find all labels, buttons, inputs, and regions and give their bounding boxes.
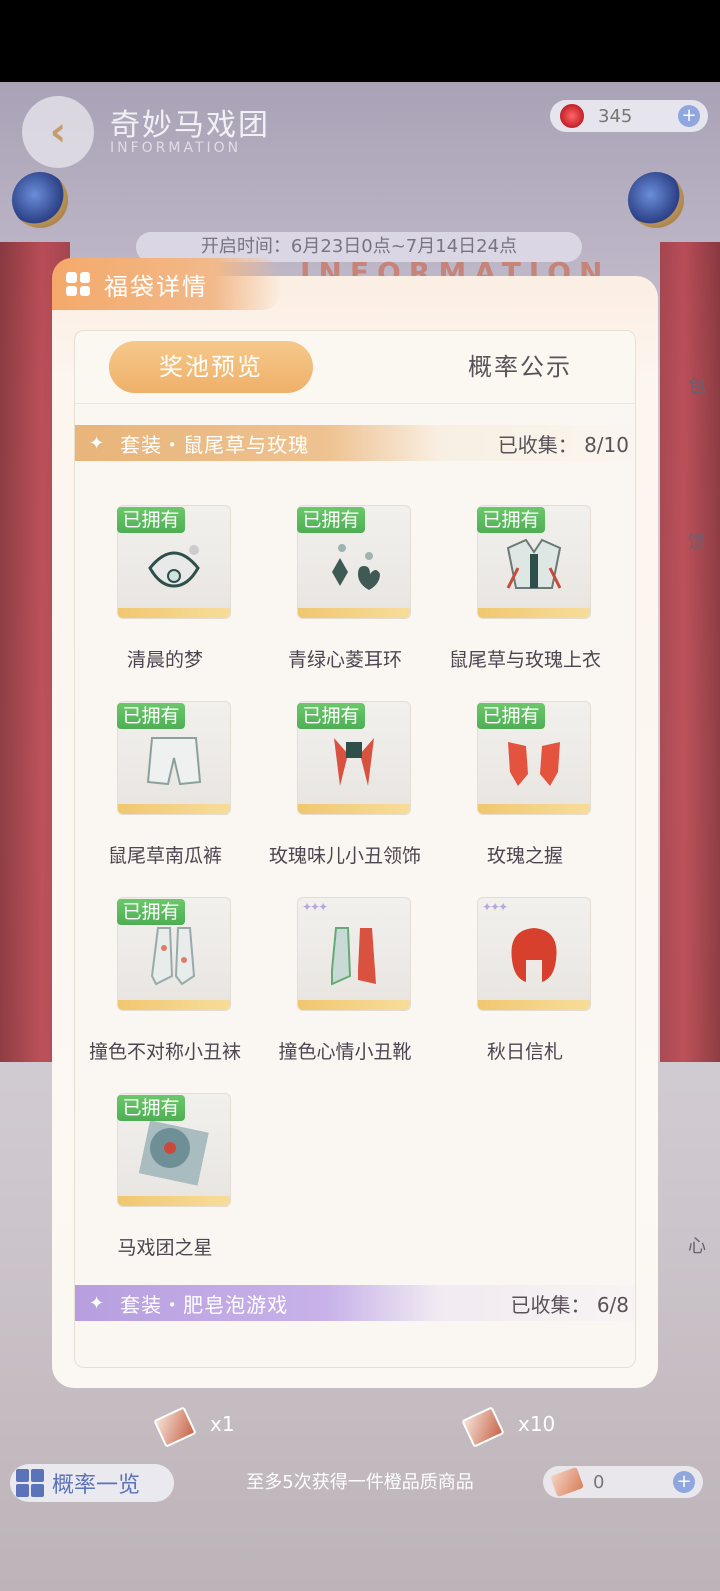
set-header-bubble-game[interactable]: ✦ 套装・肥皂泡游戏 已收集： 6/8 [75,1285,635,1321]
currency-value: 345 [598,105,633,127]
collar-icon [334,738,374,786]
set-collected: 已收集： 8/10 [497,432,629,457]
item-card[interactable]: ✦✦✦ 已拥有 鼠尾草与玫瑰上衣 [435,505,615,695]
page-subtitle: INFORMATION [110,140,242,156]
item-name: 青绿心菱耳环 [287,649,402,671]
tab-bar: 奖池预览 概率公示 [75,331,635,404]
guarantee-notice: 至多5次获得一件橙品质商品 [246,1472,474,1493]
owned-badge: 已拥有 [117,899,185,925]
item-name: 玫瑰之握 [486,845,563,867]
rarity-stars: ✦✦✦ [482,900,508,914]
owned-badge: 已拥有 [477,703,545,729]
item-card[interactable]: ✦✦✦ 已拥有 清晨的梦 [75,505,255,695]
set-header-sage-rose[interactable]: ✦ 套装・鼠尾草与玫瑰 已收集： 8/10 [75,425,635,461]
tab-pool-preview[interactable]: 奖池预览 [109,341,313,393]
draw-ten-count[interactable]: x10 [518,1412,555,1436]
item-card[interactable]: ✦✦✦ 已拥有 玫瑰之握 [435,701,615,891]
hair-icon [511,928,557,982]
side-label-center[interactable]: 心 [688,1232,706,1258]
item-name: 清晨的梦 [126,649,203,671]
owned-badge: 已拥有 [297,507,365,533]
back-arrow-icon: ‹ [49,109,67,155]
curtain-right [660,242,720,1062]
set-name: 套装・肥皂泡游戏 [120,1292,289,1317]
add-ticket-button[interactable]: + [673,1471,695,1493]
set-collected: 已收集： 6/8 [510,1292,629,1317]
item-card[interactable]: ✦✦✦ 已拥有 撞色不对称小丑袜 [75,897,255,1087]
side-label-bag[interactable]: 包 [688,372,706,398]
item-name: 撞色心情小丑靴 [278,1041,412,1063]
owned-badge: 已拥有 [117,507,185,533]
page-title: 奇妙马戏团 [110,108,270,143]
item-name: 鼠尾草与玫瑰上衣 [448,649,601,671]
dialog-header: 福袋详情 [52,258,282,310]
grid-icon [66,272,90,296]
back-button[interactable]: ‹ [22,96,94,168]
ticket-count: 0 [593,1471,605,1493]
item-name: 秋日信札 [486,1041,563,1063]
status-bar [0,0,720,82]
currency-display: 345 + [550,100,708,132]
set-name: 套装・鼠尾草与玫瑰 [120,432,310,457]
grid-icon [16,1469,44,1497]
add-currency-button[interactable]: + [678,105,700,127]
item-name: 马戏团之星 [117,1237,213,1259]
socks-icon [150,927,196,986]
item-card[interactable]: ✦✦✦ 已拥有 鼠尾草南瓜裤 [75,701,255,891]
headband-icon [148,545,200,588]
item-name: 鼠尾草南瓜裤 [107,845,222,867]
item-name: 撞色不对称小丑袜 [88,1041,241,1063]
probability-overview-button[interactable]: 概率一览 [10,1464,174,1502]
owned-badge: 已拥有 [297,703,365,729]
item-card[interactable]: ✦✦✦ 秋日信札 [435,897,615,1087]
item-card[interactable]: ✦✦✦ 已拥有 马戏团之星 [75,1093,255,1283]
item-thumbnail: ✦✦✦ [297,897,411,1011]
ornament-left [12,172,68,228]
gloves-icon [508,742,560,786]
dialog-title: 福袋详情 [104,272,208,301]
sparkle-icon: ✦ [89,1292,105,1314]
earring-icon [332,544,380,590]
item-card[interactable]: ✦✦✦ 撞色心情小丑靴 [255,897,435,1087]
gem-icon [560,104,584,128]
ornament-right [628,172,684,228]
probability-label: 概率一览 [52,1473,141,1498]
owned-badge: 已拥有 [117,1095,185,1121]
item-name: 玫瑰味儿小丑领饰 [268,845,421,867]
top-garment-icon [506,538,562,589]
dialog-content: 奖池预览 概率公示 ✦ 套装・鼠尾草与玫瑰 已收集： 8/10 ✦✦✦ 已拥有 … [74,330,636,1368]
ticket-icon [550,1466,584,1498]
item-card[interactable]: ✦✦✦ 已拥有 玫瑰味儿小丑领饰 [255,701,435,891]
rarity-stars: ✦✦✦ [302,900,328,914]
draw-once-count[interactable]: x1 [210,1412,235,1436]
ticket-balance: 0 + [543,1466,703,1498]
sparkle-icon: ✦ [89,432,105,454]
owned-badge: 已拥有 [477,507,545,533]
side-label-feedback[interactable]: 馈 [688,528,706,554]
owned-badge: 已拥有 [117,703,185,729]
pants-icon [146,737,202,786]
boots-icon [331,927,376,986]
tab-probability[interactable]: 概率公示 [435,341,605,393]
item-card[interactable]: ✦✦✦ 已拥有 青绿心菱耳环 [255,505,435,695]
item-thumbnail: ✦✦✦ [477,897,591,1011]
circus-star-backdrop-icon [138,1120,209,1186]
